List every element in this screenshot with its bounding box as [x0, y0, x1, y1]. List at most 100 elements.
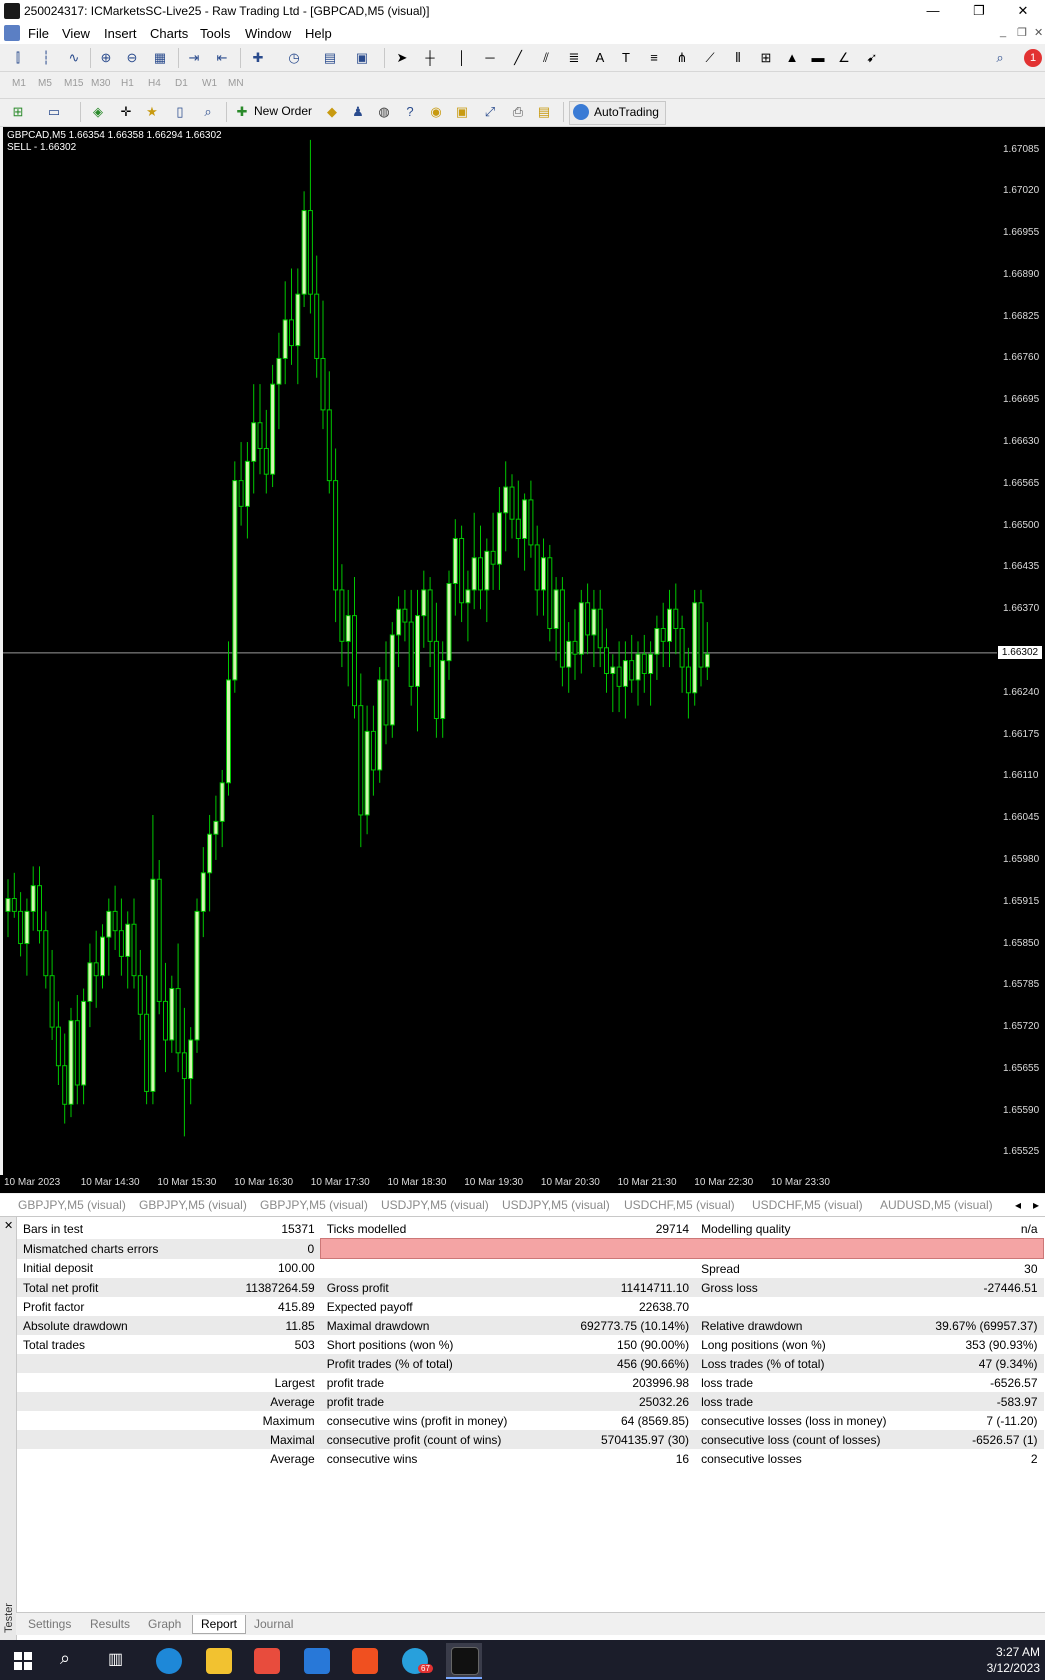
menu-file[interactable]: File: [28, 26, 49, 41]
price-chart[interactable]: [3, 127, 997, 1175]
menu-tools[interactable]: Tools: [200, 26, 230, 41]
store-icon[interactable]: [254, 1648, 280, 1674]
gann-grid-icon[interactable]: ⊞: [756, 48, 776, 68]
profiles-icon[interactable]: ▣: [352, 48, 372, 68]
chart-shift-icon[interactable]: ⇤: [212, 48, 232, 68]
market-icon[interactable]: ▣: [452, 102, 472, 122]
vertical-line-icon[interactable]: │: [452, 48, 472, 68]
timeframe-m15[interactable]: M15: [64, 78, 83, 89]
timeframe-w1[interactable]: W1: [202, 78, 217, 89]
timeframe-m30[interactable]: M30: [91, 78, 110, 89]
menu-insert[interactable]: Insert: [104, 26, 137, 41]
timeframe-h1[interactable]: H1: [121, 78, 134, 89]
fibonacci-icon[interactable]: ≣: [564, 48, 584, 68]
menu-view[interactable]: View: [62, 26, 90, 41]
brave-icon[interactable]: [352, 1648, 378, 1674]
new-chart-icon[interactable]: ⊞: [8, 102, 28, 122]
text-label-icon[interactable]: T: [616, 48, 636, 68]
mail-icon[interactable]: [304, 1648, 330, 1674]
fullscreen-icon[interactable]: ⤢: [480, 102, 500, 122]
timeframe-m1[interactable]: M1: [12, 78, 26, 89]
close-button[interactable]: ✕: [1000, 0, 1045, 22]
profiles-menu-icon[interactable]: ▭: [44, 102, 64, 122]
chart-tab[interactable]: GBPJPY,M5 (visual): [139, 1198, 247, 1212]
chart-tab[interactable]: GBPJPY,M5 (visual): [260, 1198, 368, 1212]
chart-tab[interactable]: USDCHF,M5 (visual): [624, 1198, 735, 1212]
help-icon[interactable]: ?: [400, 102, 420, 122]
maximize-button[interactable]: ❐: [956, 0, 1002, 22]
andrews-pitchfork-icon[interactable]: ⋔: [672, 48, 692, 68]
tile-windows-icon[interactable]: ▦: [150, 48, 170, 68]
data-window-icon[interactable]: ✛: [116, 102, 136, 122]
minimize-button[interactable]: —: [910, 0, 956, 22]
tab-journal[interactable]: Journal: [246, 1615, 301, 1633]
file-explorer-icon[interactable]: [206, 1648, 232, 1674]
zoom-in-icon[interactable]: ⊕: [96, 48, 116, 68]
tabs-scroll-right-icon[interactable]: ▸: [1033, 1198, 1039, 1212]
horizontal-line-icon[interactable]: ─: [480, 48, 500, 68]
task-view-icon[interactable]: ▥: [108, 1649, 123, 1669]
cursor-icon[interactable]: ➤: [392, 48, 412, 68]
market-watch-icon[interactable]: ◈: [88, 102, 108, 122]
arrows-icon[interactable]: ➹: [862, 48, 882, 68]
new-order-icon[interactable]: ✚: [232, 102, 252, 122]
autoscroll-icon[interactable]: ⇥: [184, 48, 204, 68]
system-clock[interactable]: 3:27 AM 3/12/2023: [985, 1644, 1040, 1676]
line-chart-icon[interactable]: ∿: [64, 48, 84, 68]
terminal-icon[interactable]: ▯: [170, 102, 190, 122]
autotrading-button[interactable]: AutoTrading: [569, 101, 666, 125]
templates-icon[interactable]: ▤: [320, 48, 340, 68]
print-icon[interactable]: ⎙: [508, 102, 528, 122]
angle-icon[interactable]: ∠: [834, 48, 854, 68]
chart-tab[interactable]: USDCHF,M5 (visual): [752, 1198, 863, 1212]
menu-charts[interactable]: Charts: [150, 26, 188, 41]
strategy-tester-icon[interactable]: ⌕: [198, 102, 218, 122]
navigator-icon[interactable]: ★: [142, 102, 162, 122]
globe-icon[interactable]: ◍: [374, 102, 394, 122]
search-icon[interactable]: ⌕: [60, 1648, 70, 1669]
tester-close-icon[interactable]: ✕: [4, 1219, 13, 1232]
equidistant-channel-icon[interactable]: ⫽: [536, 48, 556, 68]
mdi-close-button[interactable]: ✕: [1034, 26, 1043, 39]
tabs-scroll-left-icon[interactable]: ◂: [1015, 1198, 1021, 1212]
menu-help[interactable]: Help: [305, 26, 332, 41]
cycle-lines-icon[interactable]: ⦀: [728, 48, 748, 68]
tab-report[interactable]: Report: [192, 1615, 247, 1634]
notification-badge[interactable]: 1: [1024, 49, 1042, 67]
edge-icon[interactable]: [156, 1648, 182, 1674]
signals-icon[interactable]: ◉: [426, 102, 446, 122]
rectangle-icon[interactable]: ▬: [808, 48, 828, 68]
mdi-minimize-button[interactable]: _: [1000, 26, 1006, 38]
tab-results[interactable]: Results: [82, 1615, 138, 1633]
experts-icon[interactable]: ♟: [348, 102, 368, 122]
mdi-restore-button[interactable]: ❐: [1017, 26, 1027, 39]
timeframe-m5[interactable]: M5: [38, 78, 52, 89]
mt4-taskbar-button[interactable]: [446, 1643, 482, 1677]
trendline-icon[interactable]: ╱: [508, 48, 528, 68]
triangle-icon[interactable]: ▲: [782, 48, 802, 68]
tab-settings[interactable]: Settings: [20, 1615, 79, 1633]
save-icon[interactable]: ▤: [534, 102, 554, 122]
gann-line-icon[interactable]: ⟋: [700, 48, 720, 68]
candlestick-icon[interactable]: ┆: [36, 48, 56, 68]
timeframe-d1[interactable]: D1: [175, 78, 188, 89]
crosshair-icon[interactable]: ┼: [420, 48, 440, 68]
search-icon[interactable]: ⌕: [990, 48, 1010, 68]
timeframe-h4[interactable]: H4: [148, 78, 161, 89]
periods-icon[interactable]: ◷: [284, 48, 304, 68]
text-icon[interactable]: A: [590, 48, 610, 68]
timeframe-mn[interactable]: MN: [228, 78, 244, 89]
new-order-button[interactable]: New Order: [254, 104, 312, 118]
fibo-fan-icon[interactable]: ≡: [644, 48, 664, 68]
chart-tab[interactable]: AUDUSD,M5 (visual): [880, 1198, 993, 1212]
start-icon[interactable]: [14, 1652, 32, 1670]
bar-chart-icon[interactable]: ⫿: [8, 48, 28, 68]
indicators-icon[interactable]: ✚: [248, 48, 268, 68]
chart-tab[interactable]: USDJPY,M5 (visual): [381, 1198, 489, 1212]
chart-tab[interactable]: USDJPY,M5 (visual): [502, 1198, 610, 1212]
chart-tab[interactable]: GBPJPY,M5 (visual): [18, 1198, 126, 1212]
zoom-out-icon[interactable]: ⊖: [122, 48, 142, 68]
metaeditor-icon[interactable]: ◆: [322, 102, 342, 122]
tab-graph[interactable]: Graph: [140, 1615, 189, 1633]
menu-window[interactable]: Window: [245, 26, 291, 41]
